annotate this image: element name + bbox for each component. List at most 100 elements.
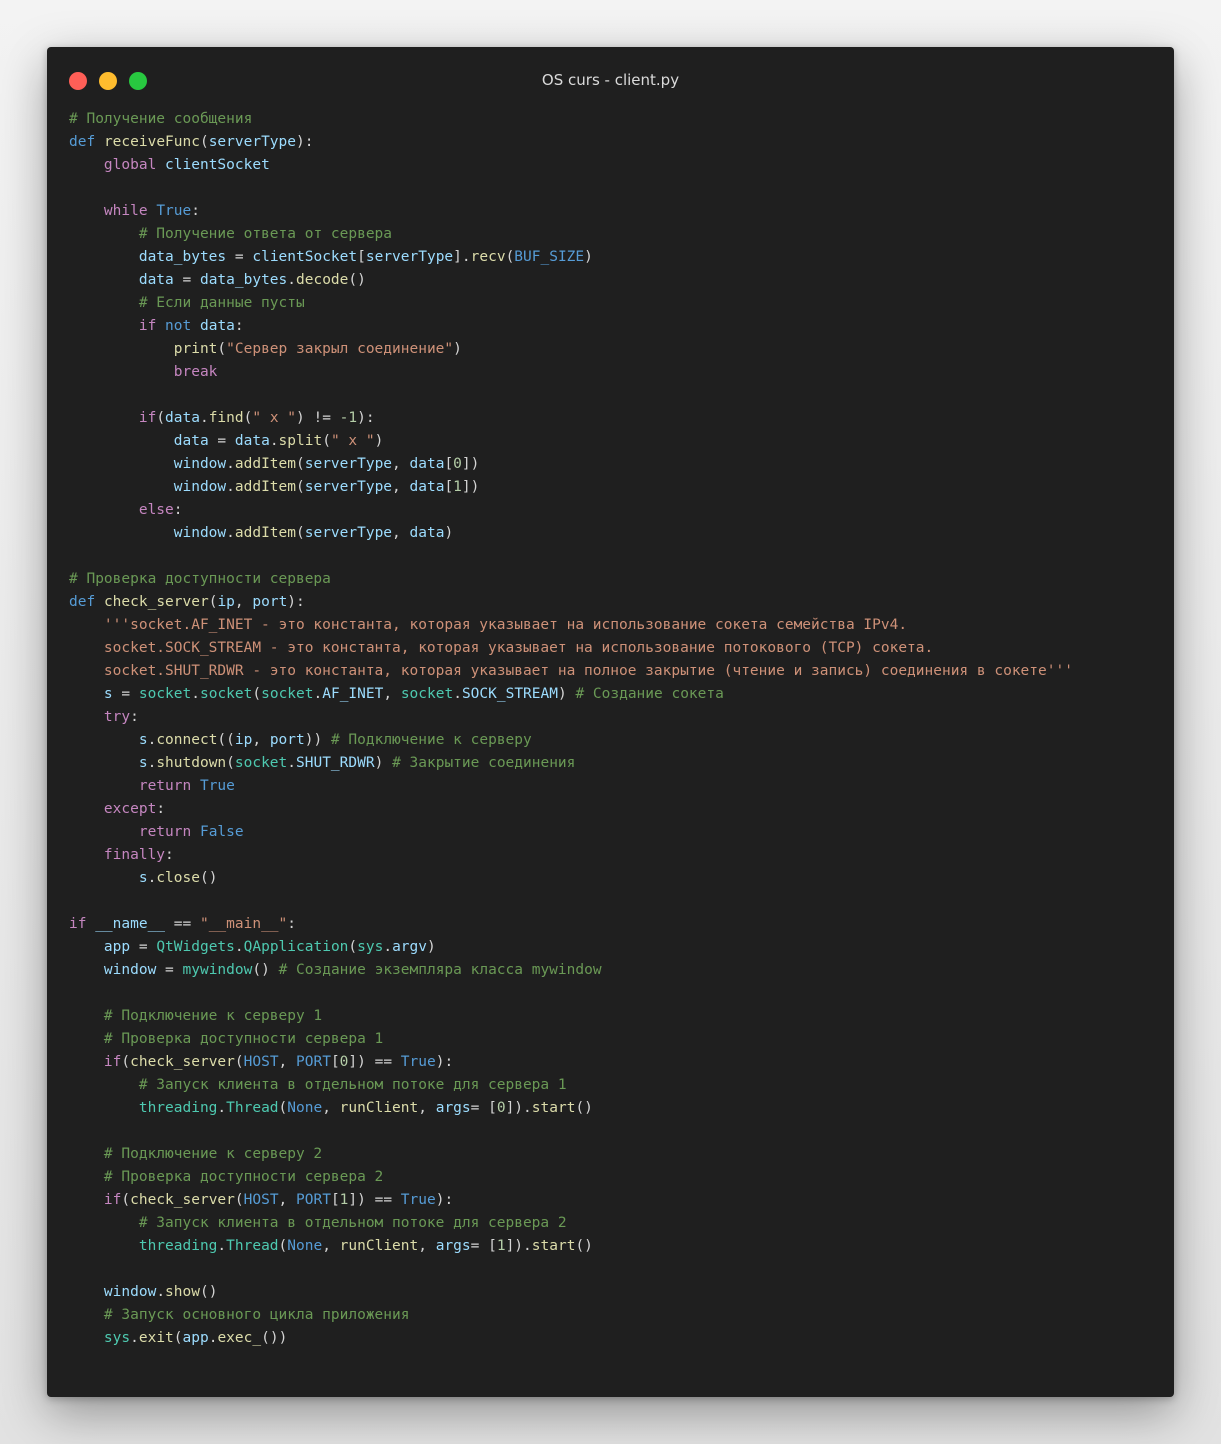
code-token-punctuation bbox=[156, 318, 165, 334]
code-token-punctuation: )) bbox=[304, 732, 331, 748]
code-token-punctuation: ( bbox=[234, 1054, 244, 1070]
code-token-punctuation bbox=[69, 525, 174, 541]
code-token-number-literal: 0 bbox=[496, 1100, 506, 1116]
code-token-punctuation bbox=[69, 295, 139, 311]
code-line: finally: bbox=[69, 844, 1166, 867]
code-token-punctuation: = bbox=[156, 962, 183, 978]
code-token-constant: True bbox=[400, 1192, 436, 1208]
window-title: OS curs - client.py bbox=[541, 71, 680, 89]
code-token-module-name: Thread bbox=[226, 1100, 279, 1116]
code-token-punctuation: , bbox=[418, 1238, 436, 1254]
code-token-punctuation: : bbox=[234, 318, 244, 334]
code-token-function-name: addItem bbox=[234, 456, 296, 472]
code-token-punctuation bbox=[69, 686, 104, 702]
code-line: window.addItem(serverType, data[1]) bbox=[69, 476, 1166, 499]
code-token-identifier: data bbox=[199, 318, 235, 334]
code-line: # Запуск клиента в отдельном потоке для … bbox=[69, 1074, 1166, 1097]
code-token-function-name: runClient bbox=[339, 1100, 419, 1116]
code-token-comment: # Запуск основного цикла приложения bbox=[103, 1307, 410, 1323]
code-token-punctuation bbox=[69, 709, 104, 725]
code-token-punctuation: . bbox=[217, 1100, 227, 1116]
code-line: try: bbox=[69, 706, 1166, 729]
code-token-constant: None bbox=[287, 1238, 323, 1254]
code-token-punctuation: . bbox=[269, 433, 279, 449]
code-token-punctuation: ]) == bbox=[348, 1054, 401, 1070]
code-token-punctuation: . bbox=[226, 479, 235, 495]
code-token-function-name: start bbox=[531, 1100, 576, 1116]
code-token-punctuation bbox=[69, 1169, 104, 1185]
code-line: if(data.find(" x ") != -1): bbox=[69, 407, 1166, 430]
code-token-punctuation: ): bbox=[296, 134, 314, 150]
code-line: else: bbox=[69, 499, 1166, 522]
code-token-punctuation: [ bbox=[330, 1054, 340, 1070]
code-token-identifier: serverType bbox=[304, 456, 393, 472]
code-token-punctuation: ( bbox=[199, 134, 209, 150]
code-token-identifier: ip bbox=[217, 594, 235, 610]
code-token-comment: # Проверка доступности сервера bbox=[69, 571, 331, 587]
code-token-punctuation: ): bbox=[357, 410, 375, 426]
code-line: return False bbox=[69, 821, 1166, 844]
code-token-punctuation: [ bbox=[357, 249, 366, 265]
code-token-function-name: print bbox=[173, 341, 218, 357]
code-token-punctuation: ]). bbox=[505, 1100, 532, 1116]
code-token-comment: # Получение ответа от сервера bbox=[138, 226, 393, 242]
code-token-punctuation: ( bbox=[173, 1330, 183, 1346]
code-token-punctuation: : bbox=[156, 801, 166, 817]
code-line: data = data_bytes.decode() bbox=[69, 269, 1166, 292]
code-token-punctuation bbox=[69, 1330, 104, 1346]
code-token-constant: HOST bbox=[243, 1054, 279, 1070]
code-token-punctuation: , bbox=[252, 732, 270, 748]
code-line: app = QtWidgets.QApplication(sys.argv) bbox=[69, 936, 1166, 959]
code-token-punctuation: , bbox=[278, 1192, 297, 1208]
code-token-punctuation: () bbox=[252, 962, 279, 978]
code-token-punctuation: : bbox=[173, 502, 183, 518]
code-token-identifier: AF_INET bbox=[322, 686, 384, 702]
code-token-keyword: while bbox=[103, 203, 148, 219]
code-line: # Получение ответа от сервера bbox=[69, 223, 1166, 246]
code-token-punctuation: : bbox=[130, 709, 139, 725]
code-token-punctuation: ( bbox=[278, 1238, 288, 1254]
code-line: while True: bbox=[69, 200, 1166, 223]
code-token-punctuation bbox=[69, 1307, 104, 1323]
code-token-comment: # Подключение к серверу bbox=[330, 732, 532, 748]
code-token-number-literal: 1 bbox=[496, 1238, 506, 1254]
code-token-punctuation bbox=[69, 1077, 139, 1093]
code-token-punctuation: ): bbox=[435, 1054, 454, 1070]
code-token-punctuation: ( bbox=[296, 479, 305, 495]
code-token-constant: None bbox=[287, 1100, 323, 1116]
code-token-function-name: recv bbox=[470, 249, 506, 265]
code-token-punctuation: . bbox=[147, 755, 157, 771]
code-token-keyword: def bbox=[69, 594, 96, 610]
code-token-punctuation: () bbox=[199, 870, 218, 886]
code-token-identifier: SOCK_STREAM bbox=[461, 686, 558, 702]
code-token-identifier: data_bytes bbox=[199, 272, 288, 288]
code-token-punctuation: ( bbox=[217, 341, 227, 357]
code-token-punctuation: ]. bbox=[453, 249, 471, 265]
code-token-punctuation bbox=[69, 1054, 104, 1070]
code-token-punctuation: . bbox=[313, 686, 323, 702]
code-token-punctuation bbox=[69, 870, 139, 886]
code-token-keyword: def bbox=[69, 134, 96, 150]
code-token-punctuation: , bbox=[392, 479, 410, 495]
code-token-identifier: data bbox=[138, 272, 174, 288]
code-token-punctuation: . bbox=[130, 1330, 139, 1346]
code-token-punctuation: ( bbox=[296, 525, 305, 541]
code-token-keyword: if bbox=[138, 318, 157, 334]
code-token-module-name: Thread bbox=[226, 1238, 279, 1254]
code-token-punctuation bbox=[69, 203, 104, 219]
code-editor[interactable]: # Получение сообщения def receiveFunc(ser… bbox=[69, 108, 1166, 1350]
code-token-string-literal: " x " bbox=[252, 410, 297, 426]
code-token-punctuation: : bbox=[287, 916, 297, 932]
code-token-punctuation: ]) bbox=[461, 456, 480, 472]
code-token-punctuation: ) bbox=[453, 341, 462, 357]
code-token-punctuation: , bbox=[418, 1100, 436, 1116]
code-token-identifier: serverType bbox=[304, 525, 393, 541]
code-token-constant: HOST bbox=[243, 1192, 279, 1208]
code-line: threading.Thread(None, runClient, args= … bbox=[69, 1235, 1166, 1258]
code-token-function-name: receiveFunc bbox=[103, 134, 200, 150]
code-token-punctuation: ( bbox=[156, 410, 166, 426]
code-token-punctuation: = bbox=[112, 686, 139, 702]
code-token-constant: False bbox=[199, 824, 244, 840]
